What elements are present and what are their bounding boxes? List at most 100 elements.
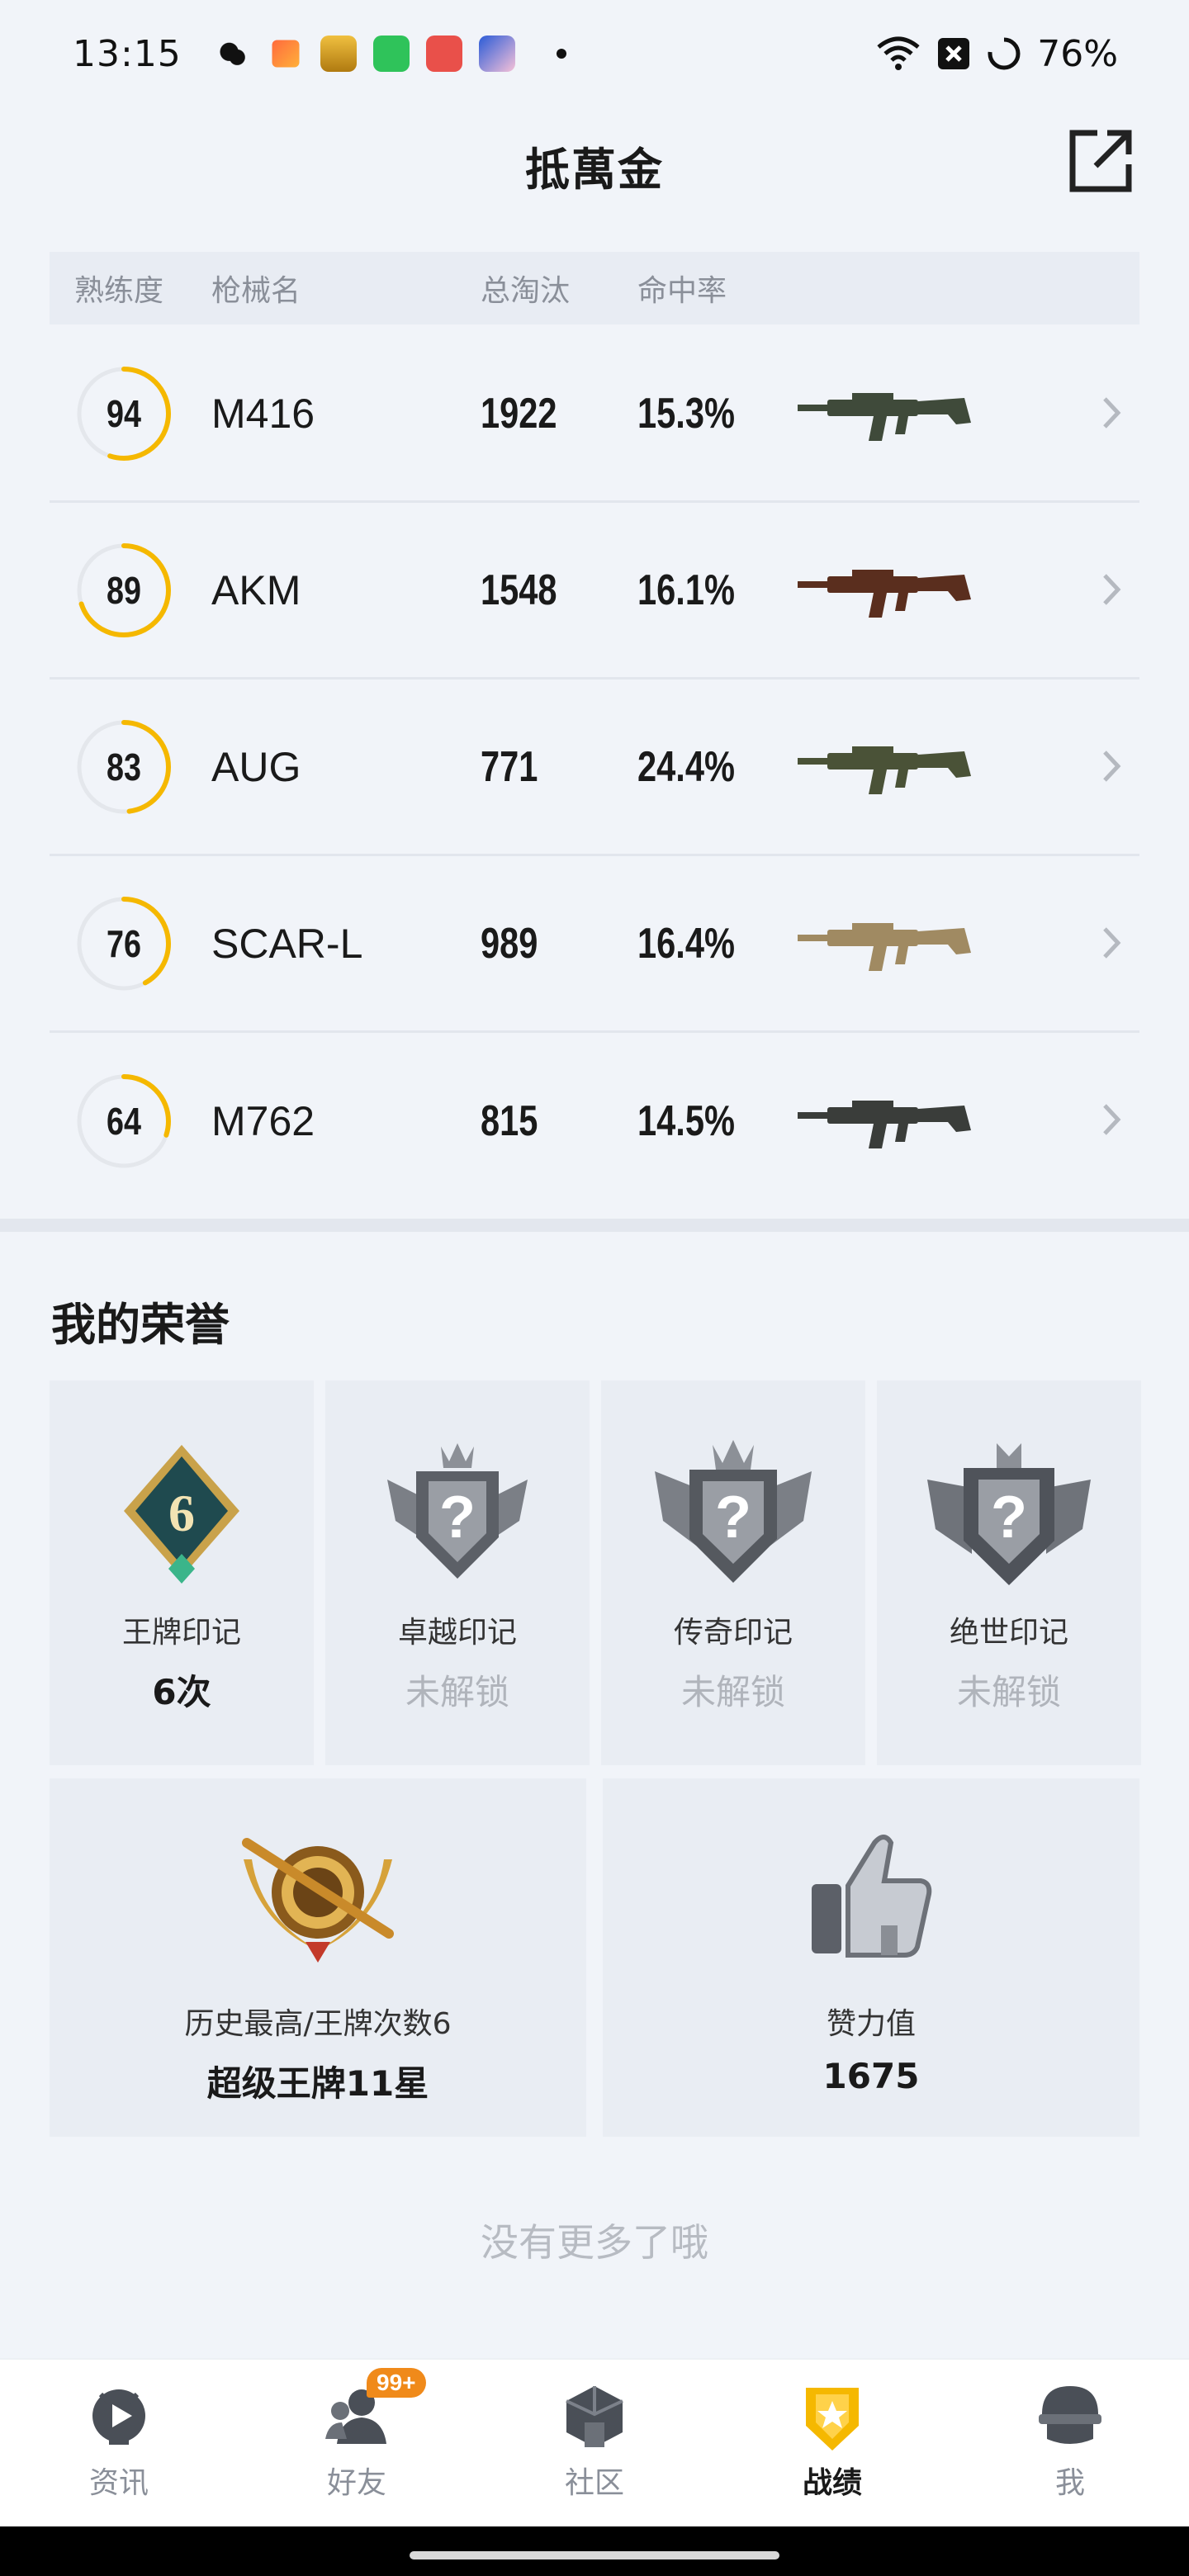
weapon-name: SCAR-L xyxy=(211,920,363,967)
rifle-part xyxy=(852,569,893,578)
game-app-icon xyxy=(272,40,300,68)
badge-value: 未解锁 xyxy=(405,1672,509,1712)
grid-app-icon xyxy=(372,36,410,72)
share-button[interactable] xyxy=(1063,124,1138,198)
record-icon xyxy=(806,2388,859,2451)
home-indicator[interactable] xyxy=(410,2551,779,2559)
nav-record[interactable]: 战绩 xyxy=(750,2360,915,2526)
nav-label: 我 xyxy=(1054,2466,1085,2500)
mastery-value: 64 xyxy=(107,1100,141,1143)
nav-news[interactable]: 资讯 xyxy=(36,2360,201,2526)
chevron-right-icon xyxy=(1103,751,1121,782)
likes-card[interactable]: 赞力值 1675 xyxy=(603,1778,1139,2137)
thumbs-up-icon xyxy=(812,1835,932,1958)
rifle-icon xyxy=(798,746,971,794)
mastery-value: 89 xyxy=(107,568,141,612)
rifle-icon xyxy=(798,569,971,618)
rifle-part xyxy=(798,934,831,941)
rifle-part xyxy=(918,1106,971,1132)
anime-app-icon xyxy=(478,36,515,72)
highest-rank-label: 历史最高/王牌次数6 xyxy=(184,2007,452,2041)
badge-card-legend[interactable]: ? 传奇印记 未解锁 xyxy=(601,1380,865,1765)
ace-mark-icon: 6 xyxy=(124,1445,239,1584)
rifle-part xyxy=(895,415,908,434)
weapon-row[interactable]: 89 AKM 1548 16.1% xyxy=(50,503,1139,680)
badge-card-ace[interactable]: 6 王牌印记 6次 xyxy=(50,1380,314,1765)
weapon-row[interactable]: 64 M762 815 14.5% xyxy=(50,1033,1139,1210)
rifle-icon xyxy=(798,922,971,971)
mastery-value: 83 xyxy=(107,745,141,788)
rifle-part xyxy=(869,769,887,794)
honor-badges: 6 王牌印记 6次 ? 卓越印记 未解锁 ? 传奇印记 未解锁 ? 绝世印记 未… xyxy=(50,1380,1141,1765)
header-accuracy: 命中率 xyxy=(637,274,727,308)
nav-label: 资讯 xyxy=(88,2466,149,2500)
game-center-icon xyxy=(320,36,357,72)
rifle-part xyxy=(895,769,908,788)
end-of-list-note: 没有更多了哦 xyxy=(481,2220,708,2265)
friends-badge: 99+ xyxy=(367,2368,426,2398)
section-divider xyxy=(0,1219,1189,1232)
rank-emblem-icon xyxy=(242,1838,394,1963)
chevron-right-icon xyxy=(1103,927,1121,959)
badge-card-peerless[interactable]: ? 绝世印记 未解锁 xyxy=(877,1380,1141,1765)
badge-label: 传奇印记 xyxy=(673,1616,793,1650)
no-sim-icon xyxy=(938,38,970,69)
legend-mark-symbol: ? xyxy=(715,1485,751,1551)
weapon-accuracy: 16.4% xyxy=(637,919,735,968)
nav-community[interactable]: 社区 xyxy=(512,2360,677,2526)
badge-label: 绝世印记 xyxy=(949,1616,1068,1650)
weapon-accuracy: 24.4% xyxy=(637,742,735,791)
nav-profile[interactable]: 我 xyxy=(988,2360,1153,2526)
badge-label: 卓越印记 xyxy=(397,1616,517,1650)
badge-value: 6次 xyxy=(152,1672,211,1712)
weapon-name: AUG xyxy=(211,743,301,790)
honors-title: 我的荣誉 xyxy=(51,1299,230,1351)
mastery-ring: 83 xyxy=(50,717,211,817)
news-icon xyxy=(92,2389,145,2445)
weapon-name: M762 xyxy=(211,1098,315,1144)
weapon-name: AKM xyxy=(211,566,301,613)
mastery-ring: 94 xyxy=(50,364,211,463)
rifle-part xyxy=(918,751,971,778)
more-notifications-dot xyxy=(556,49,566,59)
rifle-part xyxy=(852,1101,893,1109)
weapon-row[interactable]: 76 SCAR-L 989 16.4% xyxy=(50,856,1139,1033)
chevron-right-icon xyxy=(1103,574,1121,605)
weapon-accuracy: 15.3% xyxy=(637,389,735,438)
weapon-kills: 815 xyxy=(481,1097,538,1145)
mastery-value: 94 xyxy=(107,391,141,435)
rifle-part xyxy=(869,592,887,618)
rifle-part xyxy=(895,945,908,964)
highest-rank-card[interactable]: 历史最高/王牌次数6 超级王牌11星 xyxy=(50,1778,586,2137)
rifle-part xyxy=(852,922,893,931)
rifle-part xyxy=(827,929,918,946)
wifi-icon xyxy=(877,36,920,70)
header-mastery: 熟练度 xyxy=(74,274,164,308)
weapon-table-header: 熟练度 枪械名 总淘汰 命中率 xyxy=(50,252,1139,324)
badge-card-excellence[interactable]: ? 卓越印记 未解锁 xyxy=(325,1380,590,1765)
rifle-part xyxy=(895,592,908,611)
mastery-ring: 89 xyxy=(50,541,211,640)
highest-rank-value: 超级王牌11星 xyxy=(206,2063,429,2104)
rifle-part xyxy=(852,746,893,755)
excellence-mark-icon: ? xyxy=(387,1443,528,1579)
rifle-icon xyxy=(798,392,971,441)
video-app-icon xyxy=(425,36,462,72)
mastery-value: 76 xyxy=(107,921,141,965)
badge-label: 王牌印记 xyxy=(121,1616,241,1650)
nav-friends[interactable]: 99+ 好友 xyxy=(274,2360,439,2526)
profile-icon xyxy=(1039,2386,1101,2444)
rifle-part xyxy=(827,752,918,769)
page-title: 抵萬金 xyxy=(525,143,664,196)
rifle-part xyxy=(827,399,918,416)
weapon-kills: 989 xyxy=(481,919,538,968)
rifle-part xyxy=(869,1124,887,1148)
wechat-icon xyxy=(214,36,251,72)
rifle-part xyxy=(798,404,831,411)
weapon-row[interactable]: 83 AUG 771 24.4% xyxy=(50,680,1139,856)
nav-label: 好友 xyxy=(326,2466,386,2500)
weapon-row[interactable]: 94 M416 1922 15.3% xyxy=(50,326,1139,503)
weapon-kills: 1922 xyxy=(481,389,557,438)
rifle-part xyxy=(918,574,971,601)
header-weapon-name: 枪械名 xyxy=(211,274,301,308)
